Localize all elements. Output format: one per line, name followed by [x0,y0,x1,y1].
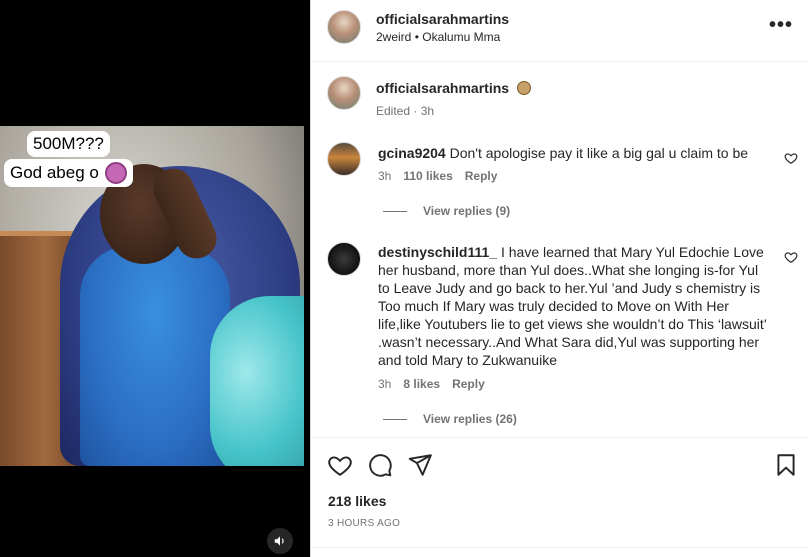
post-photo[interactable]: 500M??? God abeg o [0,126,304,466]
replies-line [383,210,407,212]
caption-username[interactable]: officialsarahmartins [376,80,509,96]
comment-1-reply-button[interactable]: Reply [465,169,498,183]
media-caption-line2: God abeg o [4,159,133,187]
comment-2-likes[interactable]: 8 likes [403,377,440,391]
comment-2-username[interactable]: destinyschild111_ [378,244,497,260]
comment-1-text: Don't apologise pay it like a big gal u … [449,145,749,161]
subtitle-separator: • [414,30,419,44]
comment-bubble-icon[interactable] [367,452,393,478]
comment-2-view-replies-label[interactable]: View replies (26) [423,412,517,426]
comment-1-view-replies[interactable]: View replies (9) [383,204,510,218]
comment-2-line-6: .wasn’t necessary..And What Sara did,Yul… [378,334,760,350]
comment-2-reply-button[interactable]: Reply [452,377,485,391]
comment-1-time: 3h [378,169,392,183]
comment-1: gcina9204 Don't apologise pay it like a … [378,144,778,162]
woman-gesturing-emoji-icon [104,162,127,184]
caption-time: 3h [420,104,435,118]
comment-1-username[interactable]: gcina9204 [378,145,446,161]
post-header: officialsarahmartins 2weird • Okalumu Mm… [311,0,808,62]
save-bookmark-icon[interactable] [773,452,799,478]
author-avatar[interactable] [327,10,361,44]
comment-1-like-heart-icon[interactable] [784,151,798,165]
media-caption-line1: 500M??? [27,131,110,157]
photo-child-body [80,246,230,466]
comment-avatar-gcina[interactable] [327,142,361,176]
replies-line [383,418,407,420]
speaker-icon [274,536,284,546]
location-name[interactable]: Okalumu Mma [422,30,500,44]
comment-2-view-replies[interactable]: View replies (26) [383,412,517,426]
comment-2-meta: 3h 8 likes Reply [378,377,485,391]
caption-edited: Edited [376,104,411,118]
post-timestamp[interactable]: 3 HOURS AGO [328,518,400,529]
more-options-button[interactable]: ••• [769,14,793,37]
caption-author-username: officialsarahmartins [376,80,531,96]
audio-name[interactable]: 2weird [376,30,411,44]
comment-1-likes[interactable]: 110 likes [403,169,452,183]
post-sidebar: officialsarahmartins 2weird • Okalumu Mm… [310,0,808,557]
comment-1-view-replies-label[interactable]: View replies (9) [423,204,510,218]
media-caption-line2-text: God abeg o [10,163,99,182]
post-media[interactable]: 500M??? God abeg o [0,0,310,557]
comment-2-line-4: Too much If Mary was truly decided to Mo… [378,298,729,314]
author-username[interactable]: officialsarahmartins [376,11,509,27]
post-actions: 218 likes 3 HOURS AGO [311,437,808,557]
emoji-icon [516,81,531,95]
comment-2-line-2: her husband, more than Yul does..What sh… [378,262,759,278]
comment-2-like-heart-icon[interactable] [784,250,798,264]
mute-toggle-button[interactable] [267,528,293,554]
comment-2-line-5: life,like Youtubers lie to get views she… [378,316,767,332]
caption-meta: Edited · 3h [376,104,435,118]
post-subtitle: 2weird • Okalumu Mma [376,30,500,44]
instagram-post-view: 500M??? God abeg o officialsarahmartins … [0,0,808,557]
comment-1-meta: 3h 110 likes Reply [378,169,497,183]
comment-avatar-destinyschild[interactable] [327,242,361,276]
comment-2-line-3: to Leave Judy and go back to her.Yul ’an… [378,280,761,296]
comment-2-line-1: I have learned that Mary Yul Edochie Lov… [500,244,764,260]
photo-bucket [210,296,304,466]
like-heart-icon[interactable] [327,452,353,478]
likes-count[interactable]: 218 likes [328,493,386,509]
comment-2-line-7: and told Mary to Zukwanuike [378,352,557,368]
share-paper-plane-icon[interactable] [407,452,433,478]
comment-2: destinyschild111_ I have learned that Ma… [378,243,783,369]
caption-author-avatar[interactable] [327,76,361,110]
add-comment-divider [311,547,808,548]
comment-2-time: 3h [378,377,392,391]
